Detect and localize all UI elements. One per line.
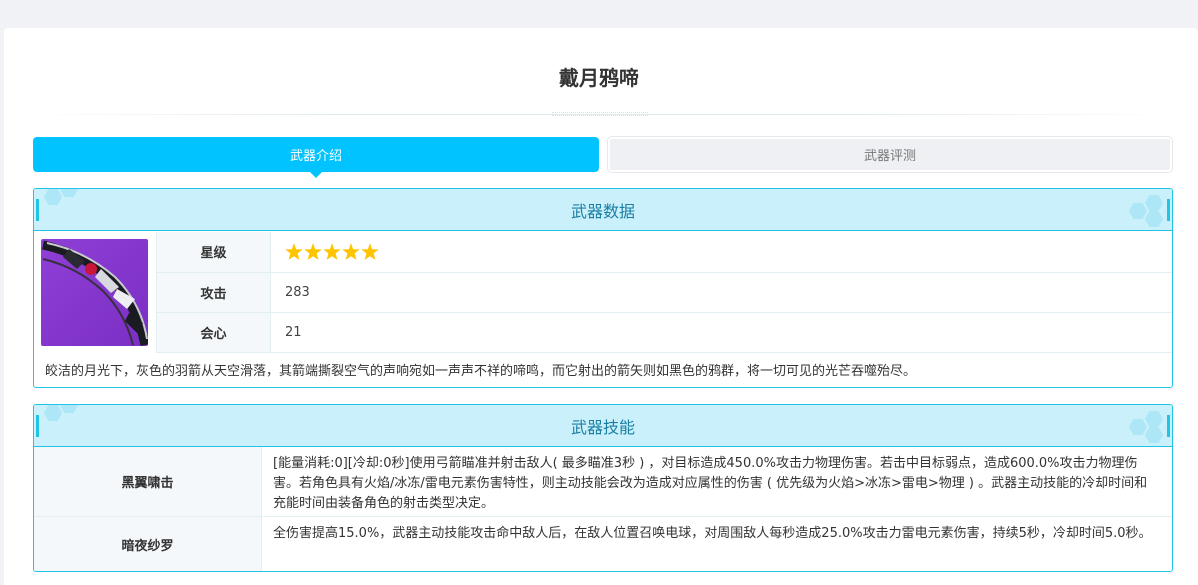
weapon-data-panel: 武器数据 星级 攻击 283 会心 21 皎洁的月光下，灰色的羽箭从天空滑落，其… (33, 188, 1173, 388)
hex-decoration (60, 405, 78, 413)
rarity-stars (270, 232, 1172, 273)
bow-weapon-image (41, 239, 148, 346)
title-divider-ornament (552, 112, 648, 116)
hex-decoration (60, 189, 78, 197)
header-edge-left (36, 415, 39, 437)
star-icon (304, 243, 322, 260)
header-edge-left (36, 199, 39, 221)
skill-description: [能量消耗:0][冷却:0秒]使用弓箭瞄准并射击敌人( 最多瞄准3秒 ) ，对目… (273, 456, 1148, 511)
stat-value: 21 (270, 312, 1172, 353)
weapon-data-heading: 武器数据 (570, 201, 635, 221)
star-icon (342, 243, 360, 260)
skill-name: 黑翼啸击 (34, 447, 262, 516)
hex-decoration (1145, 411, 1163, 427)
stat-value: 283 (270, 272, 1172, 313)
stat-label: 会心 (156, 312, 271, 353)
star-icon (361, 243, 379, 260)
header-edge-right (1167, 199, 1170, 221)
hex-decoration (1145, 427, 1163, 443)
weapon-data-header: 武器数据 (34, 189, 1172, 231)
skill-name: 暗夜纱罗 (34, 517, 262, 571)
hex-decoration (1129, 419, 1147, 435)
tab-weapon-intro[interactable]: 武器介绍 (33, 137, 599, 178)
table-row: 会心 21 (156, 312, 1172, 353)
hex-decoration (1145, 195, 1163, 211)
skill-description: 全伤害提高15.0%，武器主动技能攻击命中敌人后，在敌人位置召唤电球，对周围敌人… (273, 526, 1152, 541)
weapon-stats-table: 星级 攻击 283 会心 21 (156, 232, 1172, 353)
star-icon (285, 243, 303, 260)
stat-label: 星级 (156, 232, 271, 273)
skill-row: 黑翼啸击 [能量消耗:0][冷却:0秒]使用弓箭瞄准并射击敌人( 最多瞄准3秒 … (34, 447, 1172, 517)
weapon-skills-panel: 武器技能 黑翼啸击 [能量消耗:0][冷却:0秒]使用弓箭瞄准并射击敌人( 最多… (33, 404, 1173, 572)
header-edge-right (1167, 415, 1170, 437)
skill-row: 暗夜纱罗 全伤害提高15.0%，武器主动技能攻击命中敌人后，在敌人位置召唤电球，… (34, 517, 1172, 571)
page-title: 戴月鸦啼 (559, 66, 639, 90)
hex-decoration (1145, 211, 1163, 227)
hex-decoration (44, 189, 62, 205)
weapon-skills-heading: 武器技能 (570, 417, 635, 437)
hex-decoration (1129, 203, 1147, 219)
star-rating (285, 243, 1172, 261)
table-row: 星级 (156, 232, 1172, 273)
table-row: 攻击 283 (156, 272, 1172, 313)
weapon-description: 皎洁的月光下，灰色的羽箭从天空滑落，其箭端撕裂空气的声响宛如一声声不祥的啼鸣，而… (45, 364, 917, 379)
stat-label: 攻击 (156, 272, 271, 313)
tab-weapon-review[interactable]: 武器评测 (608, 137, 1172, 172)
weapon-skills-header: 武器技能 (34, 405, 1172, 447)
star-icon (323, 243, 341, 260)
hex-decoration (44, 405, 62, 421)
